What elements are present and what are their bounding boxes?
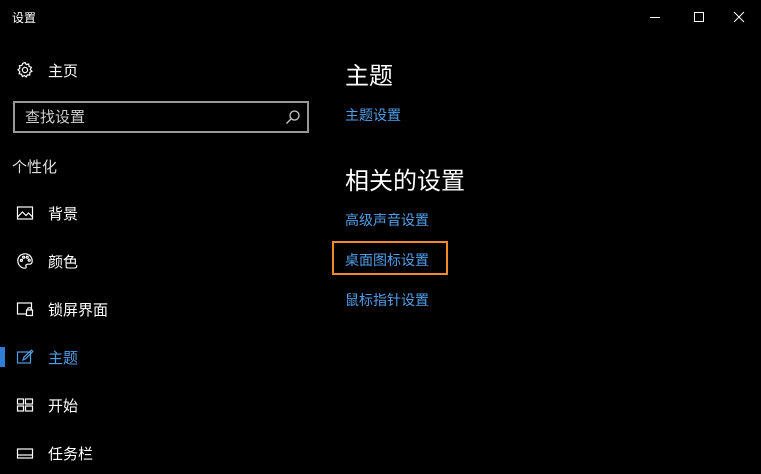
- palette-icon: [16, 252, 34, 270]
- sidebar-item-label: 主题: [48, 348, 79, 367]
- search-icon[interactable]: [285, 109, 301, 125]
- active-indicator: [0, 347, 5, 367]
- maximize-icon: [694, 12, 704, 22]
- desktop-icon-settings-link[interactable]: 桌面图标设置: [345, 250, 429, 270]
- search-box[interactable]: [13, 101, 309, 133]
- close-icon: [733, 11, 745, 23]
- sidebar-item-background[interactable]: 背景: [0, 193, 320, 233]
- section-label: 个性化: [12, 158, 58, 176]
- gear-icon: [16, 61, 34, 79]
- main-content: 主题 主题设置 相关的设置 高级声音设置 桌面图标设置 鼠标指针设置: [332, 34, 745, 474]
- sidebar-item-label: 任务栏: [48, 444, 94, 463]
- sidebar-item-label: 颜色: [48, 252, 79, 271]
- sidebar-item-themes[interactable]: 主题: [0, 337, 320, 377]
- advanced-sound-settings-link[interactable]: 高级声音设置: [345, 210, 429, 230]
- sidebar-item-label: 锁屏界面: [48, 300, 109, 319]
- close-button[interactable]: [716, 0, 761, 34]
- title-bar: 设置: [0, 0, 761, 34]
- minimize-icon: [650, 17, 660, 18]
- page-title: 主题: [345, 62, 393, 90]
- theme-icon: [16, 348, 34, 366]
- sidebar-item-label: 背景: [48, 204, 79, 223]
- sidebar-item-lockscreen[interactable]: 锁屏界面: [0, 289, 320, 329]
- sidebar-item-label: 主页: [48, 61, 79, 80]
- sidebar-item-colors[interactable]: 颜色: [0, 241, 320, 281]
- minimize-button[interactable]: [632, 0, 678, 34]
- sidebar-item-start[interactable]: 开始: [0, 385, 320, 425]
- sidebar: 主页 个性化 背景: [0, 34, 320, 474]
- taskbar-icon: [16, 444, 34, 462]
- start-icon: [16, 396, 34, 414]
- image-icon: [16, 204, 34, 222]
- mouse-pointer-settings-link[interactable]: 鼠标指针设置: [345, 290, 429, 310]
- window-title: 设置: [12, 11, 37, 25]
- theme-settings-link[interactable]: 主题设置: [345, 105, 401, 125]
- sidebar-item-label: 开始: [48, 396, 79, 415]
- search-input[interactable]: [15, 103, 277, 131]
- sidebar-item-taskbar[interactable]: 任务栏: [0, 433, 320, 473]
- related-settings-heading: 相关的设置: [345, 167, 465, 195]
- sidebar-item-home[interactable]: 主页: [0, 56, 320, 84]
- lockscreen-icon: [16, 300, 34, 318]
